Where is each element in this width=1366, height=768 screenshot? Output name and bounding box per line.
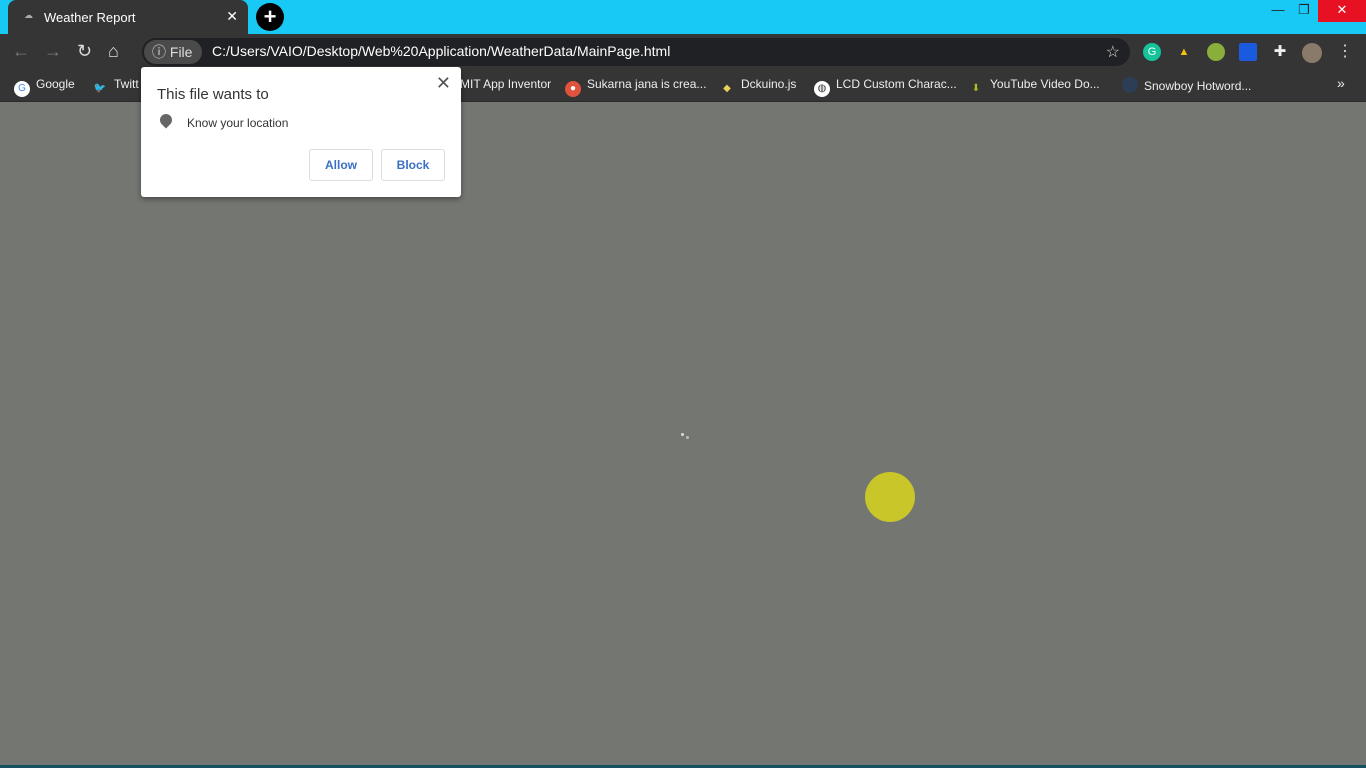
bookmark-snowboy[interactable]: Snowboy Hotword... [1122,77,1251,93]
location-permission-popup: This file wants to ✕ Know your location … [141,67,461,197]
bookmark-twitter[interactable]: 🐦 Twitt [92,77,139,97]
more-bookmarks-icon[interactable]: » [1337,75,1345,91]
loading-spinner [681,433,684,436]
file-label: File [169,44,193,60]
home-icon[interactable]: ⌂ [108,41,119,62]
popup-heading: This file wants to [157,86,269,103]
bookmark-star-icon[interactable]: ☆ [1106,42,1120,62]
bookmark-google[interactable]: G Google [14,77,75,97]
tab-title: Weather Report [44,10,136,25]
sun-graphic [865,472,915,522]
reload-icon[interactable]: ↻ [77,41,92,62]
cloud-icon: ☁ [24,10,33,20]
extension-icon[interactable] [1239,43,1257,61]
bookmark-label: MIT App Inventor [460,77,552,91]
bookmark-label: Snowboy Hotword... [1144,79,1252,93]
tab-weather-report[interactable]: ☁ Weather Report ✕ [8,0,248,34]
grammarly-extension-icon[interactable]: G [1143,43,1161,61]
bookmark-label: LCD Custom Charac... [836,77,957,91]
permission-text: Know your location [187,116,289,130]
bookmark-lcd-custom[interactable]: ◍ LCD Custom Charac... [814,77,957,97]
bookmark-youtube-downloader[interactable]: ⬇ YouTube Video Do... [968,77,1100,97]
bookmark-label: YouTube Video Do... [990,77,1100,91]
bookmark-label: Sukarna jana is crea... [587,77,707,91]
allow-button[interactable]: Allow [309,149,373,181]
back-icon[interactable]: ← [12,41,30,62]
profile-avatar[interactable] [1302,43,1322,63]
puzzle-extensions-icon[interactable]: ✚ [1271,43,1289,61]
new-tab-button[interactable]: + [256,3,284,31]
url-text[interactable]: C:/Users/VAIO/Desktop/Web%20Application/… [212,43,670,59]
menu-icon[interactable]: ⋮ [1336,43,1354,61]
extension-icon[interactable] [1207,43,1225,61]
bookmark-mit-app-inventor[interactable]: MIT App Inventor [460,77,551,91]
bookmark-sukarna[interactable]: ● Sukarna jana is crea... [565,77,706,97]
block-button[interactable]: Block [381,149,445,181]
close-popup-icon[interactable]: ✕ [436,73,451,94]
bookmark-dckuino[interactable]: ◆ Dckuino.js [719,77,796,97]
close-tab-icon[interactable]: ✕ [226,8,238,25]
bookmark-label: Twitt [114,77,139,91]
toolbar: ← → ↻ ⌂ ⓘ File C:/Users/VAIO/Desktop/Web… [0,34,1366,70]
bookmark-label: Google [36,77,75,91]
address-bar[interactable]: ⓘ File C:/Users/VAIO/Desktop/Web%20Appli… [142,38,1130,66]
bookmark-label: Dckuino.js [741,77,797,91]
title-bar: ☁ Weather Report ✕ + — ❐ ✕ [0,0,1366,34]
drive-extension-icon[interactable]: ▲ [1175,43,1193,61]
forward-icon[interactable]: → [44,41,62,62]
close-window-button[interactable]: ✕ [1318,0,1366,22]
site-info-chip[interactable]: ⓘ File [144,40,202,64]
location-pin-icon [157,111,175,129]
info-icon: ⓘ [152,44,170,60]
